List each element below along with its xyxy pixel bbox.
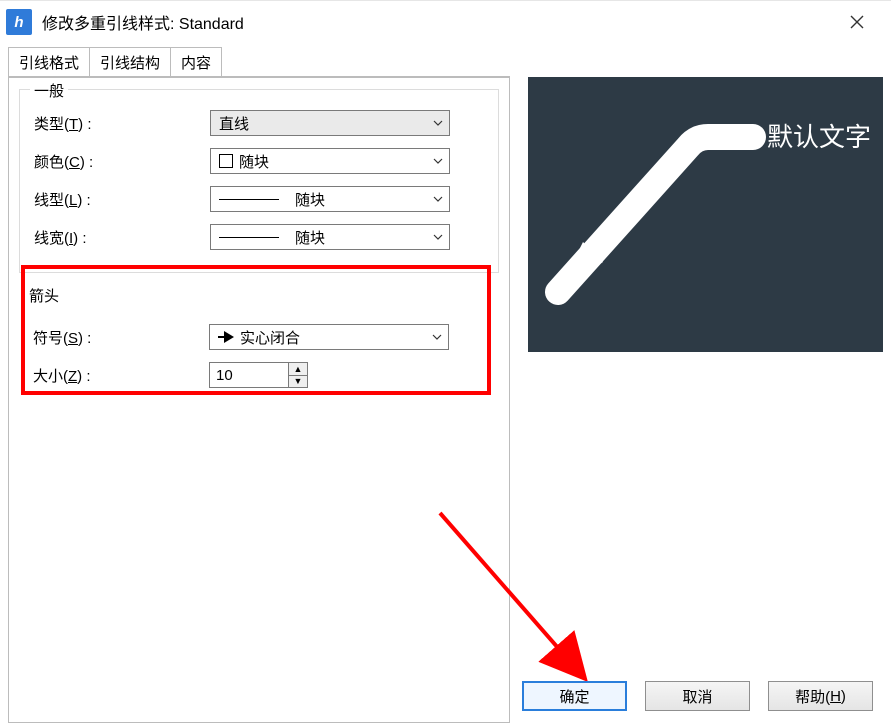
combo-color[interactable]: 随块 [210, 148, 450, 174]
combo-type-value: 直线 [219, 113, 249, 134]
chevron-down-icon [427, 149, 449, 173]
combo-lineweight-value: 随块 [295, 227, 325, 248]
cancel-button[interactable]: 取消 [645, 681, 750, 711]
label-lineweight: 线宽(I) : [30, 227, 210, 248]
combo-linetype[interactable]: 随块 [210, 186, 450, 212]
preview-panel: 默认文字 [528, 77, 883, 352]
spin-down-button[interactable]: ▼ [289, 376, 307, 388]
label-type: 类型(T) : [30, 113, 210, 134]
group-general: 一般 类型(T) : 直线 颜色(C) : [19, 89, 499, 273]
combo-symbol-value: 实心闭合 [240, 327, 300, 348]
app-icon: h [6, 9, 32, 35]
label-color: 颜色(C) : [30, 151, 210, 172]
label-size: 大小(Z) : [29, 365, 209, 386]
combo-color-value: 随块 [239, 151, 269, 172]
tab-leader-structure[interactable]: 引线结构 [89, 47, 171, 77]
group-general-legend: 一般 [30, 80, 68, 101]
tab-leader-format[interactable]: 引线格式 [8, 47, 90, 77]
combo-lineweight[interactable]: 随块 [210, 224, 450, 250]
close-button[interactable] [837, 7, 877, 37]
combo-linetype-value: 随块 [295, 189, 325, 210]
group-arrow-legend: 箭头 [29, 285, 489, 312]
dialog-button-row: 确定 取消 帮助(H) [522, 681, 873, 711]
close-icon [850, 15, 864, 29]
combo-symbol[interactable]: 实心闭合 [209, 324, 449, 350]
label-symbol: 符号(S) : [29, 327, 209, 348]
spinner-size[interactable]: ▲ ▼ [209, 362, 308, 388]
tab-content[interactable]: 内容 [170, 47, 222, 77]
color-swatch-icon [219, 154, 233, 168]
preview-text: 默认文字 [767, 117, 871, 154]
size-input[interactable] [209, 362, 289, 388]
group-arrow: 箭头 符号(S) : 实心闭合 [19, 285, 499, 410]
title-bar: h 修改多重引线样式: Standard [0, 1, 891, 43]
help-button[interactable]: 帮助(H) [768, 681, 873, 711]
chevron-down-icon [426, 325, 448, 349]
arrow-filled-icon [218, 331, 234, 343]
tab-strip: 引线格式 引线结构 内容 [8, 47, 883, 77]
combo-type[interactable]: 直线 [210, 110, 450, 136]
linetype-preview-icon [219, 199, 279, 200]
chevron-down-icon [427, 111, 449, 135]
chevron-down-icon [427, 225, 449, 249]
lineweight-preview-icon [219, 237, 279, 238]
form-panel: 一般 类型(T) : 直线 颜色(C) : [8, 76, 510, 723]
window-title: 修改多重引线样式: Standard [42, 10, 837, 34]
ok-button[interactable]: 确定 [522, 681, 627, 711]
chevron-down-icon [427, 187, 449, 211]
spin-up-button[interactable]: ▲ [289, 363, 307, 376]
label-linetype: 线型(L) : [30, 189, 210, 210]
